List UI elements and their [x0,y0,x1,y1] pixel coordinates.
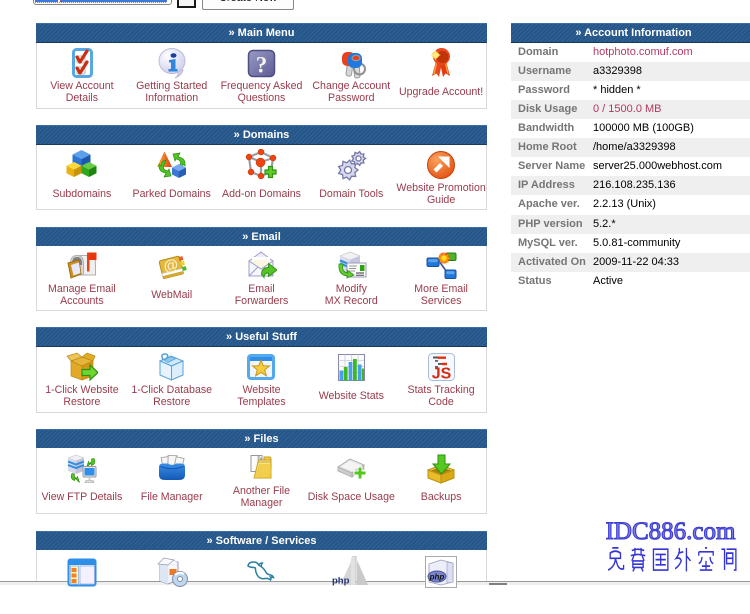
svg-text:php: php [332,575,350,586]
svg-text:JS: JS [432,365,452,382]
svg-text:?: ? [256,52,268,77]
svg-text:php: php [429,572,445,581]
